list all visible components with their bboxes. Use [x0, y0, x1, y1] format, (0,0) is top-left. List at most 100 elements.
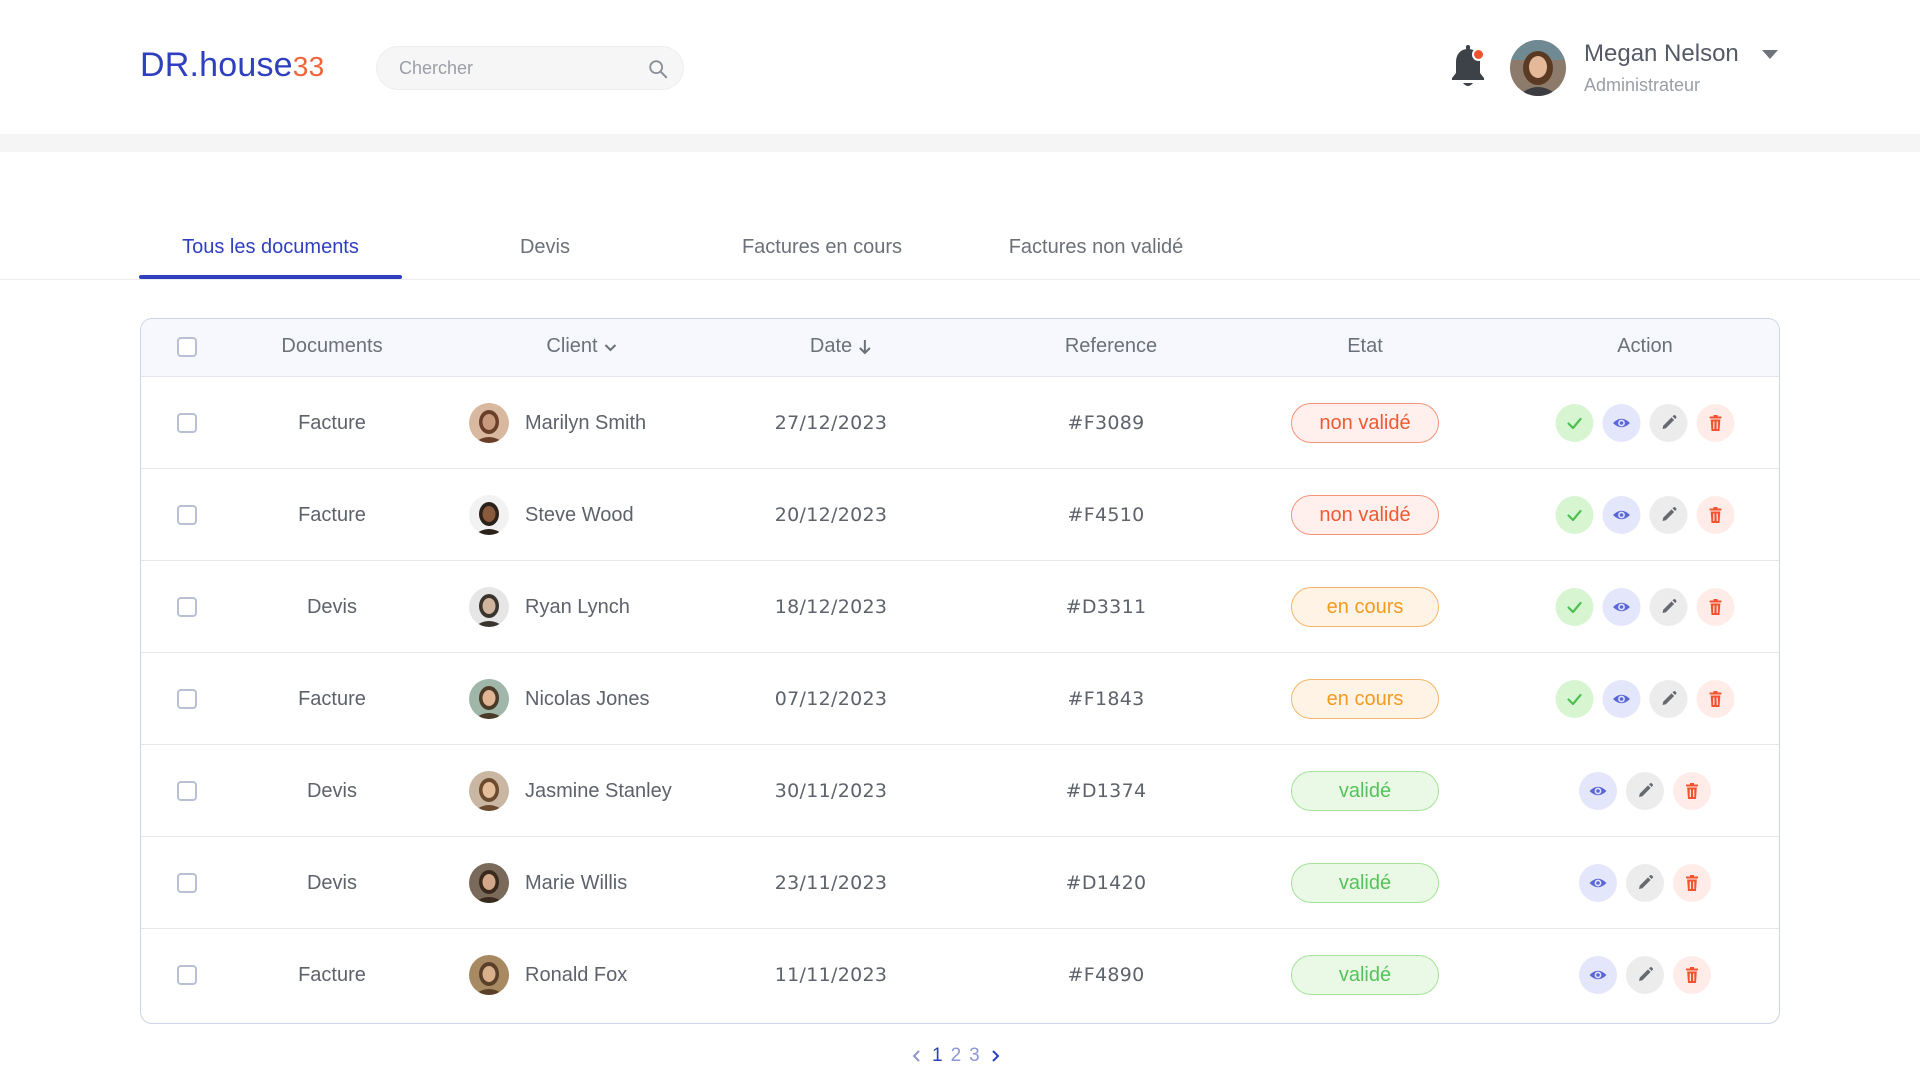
client-avatar: [469, 863, 509, 903]
view-button[interactable]: [1579, 956, 1617, 994]
table-row[interactable]: Devis Marie Willis 23/11/2023 #D1420 validé: [141, 837, 1779, 929]
chevron-right-icon[interactable]: [988, 1049, 1002, 1063]
row-checkbox[interactable]: [177, 965, 197, 985]
notifications-button[interactable]: [1448, 44, 1488, 90]
view-button[interactable]: [1602, 680, 1641, 718]
delete-button[interactable]: [1673, 956, 1711, 994]
trash-icon: [1686, 875, 1698, 891]
delete-button[interactable]: [1673, 864, 1711, 902]
edit-button[interactable]: [1626, 956, 1664, 994]
client-cell: Marilyn Smith: [469, 377, 646, 469]
eye-icon: [1589, 786, 1607, 796]
brand-number: 33: [292, 51, 325, 82]
search-input[interactable]: [399, 57, 639, 79]
status-cell: validé: [1291, 929, 1439, 1021]
tab-all-documents[interactable]: Tous les documents: [139, 236, 402, 280]
status-cell: non validé: [1291, 469, 1439, 561]
tab-factures-en-cours[interactable]: Factures en cours: [712, 236, 932, 280]
approve-button[interactable]: [1555, 496, 1594, 534]
header-action: Action: [1617, 335, 1673, 358]
search-icon[interactable]: [647, 58, 669, 80]
edit-button[interactable]: [1649, 588, 1688, 626]
table-row[interactable]: Devis Ryan Lynch 18/12/2023 #D3311 en cours: [141, 561, 1779, 653]
row-actions: [1579, 929, 1711, 1021]
select-all-checkbox[interactable]: [177, 337, 197, 357]
table-row[interactable]: Facture Marilyn Smith 27/12/2023 #F3089 non …: [141, 377, 1779, 469]
approve-button[interactable]: [1555, 588, 1594, 626]
status-cell: en cours: [1291, 561, 1439, 653]
eye-icon: [1613, 418, 1630, 428]
view-button[interactable]: [1579, 772, 1617, 810]
row-checkbox[interactable]: [177, 413, 197, 433]
document-type: Facture: [298, 411, 366, 434]
edit-button[interactable]: [1626, 772, 1664, 810]
approve-button[interactable]: [1555, 404, 1594, 442]
row-checkbox[interactable]: [177, 505, 197, 525]
delete-button[interactable]: [1696, 496, 1735, 534]
sort-down-arrow-icon: [859, 339, 871, 354]
document-reference: #F4890: [1067, 964, 1145, 986]
header-documents: Documents: [281, 335, 382, 358]
page-3[interactable]: 3: [969, 1045, 980, 1067]
row-checkbox[interactable]: [177, 689, 197, 709]
table-row[interactable]: Facture Ronald Fox 11/11/2023 #F4890 validé: [141, 929, 1779, 1021]
document-date: 27/12/2023: [774, 412, 888, 434]
table-row[interactable]: Devis Jasmine Stanley 30/11/2023 #D1374 vali…: [141, 745, 1779, 837]
document-date: 30/11/2023: [774, 780, 888, 802]
document-type: Devis: [306, 595, 358, 618]
trash-icon: [1709, 507, 1722, 523]
document-tabs: Tous les documents Devis Factures en cou…: [0, 222, 1920, 280]
tab-devis[interactable]: Devis: [470, 236, 620, 280]
status-badge: non validé: [1291, 495, 1439, 535]
user-avatar[interactable]: [1510, 40, 1566, 96]
document-reference: #F4510: [1067, 504, 1145, 526]
table-header: Documents Client Date Reference Etat Act…: [141, 319, 1779, 377]
row-checkbox[interactable]: [177, 781, 197, 801]
page-1[interactable]: 1: [932, 1045, 943, 1067]
chevron-left-icon[interactable]: [910, 1049, 924, 1063]
client-cell: Nicolas Jones: [469, 653, 650, 745]
header-reference-label: Reference: [1064, 335, 1158, 357]
user-name[interactable]: Megan Nelson: [1584, 40, 1739, 68]
caret-down-icon[interactable]: [1762, 50, 1778, 59]
delete-button[interactable]: [1673, 772, 1711, 810]
client-cell: Ryan Lynch: [469, 561, 630, 653]
client-name: Ronald Fox: [525, 963, 628, 986]
eye-icon: [1613, 694, 1630, 704]
header-etat: Etat: [1347, 335, 1383, 358]
row-actions: [1579, 745, 1711, 837]
table-row[interactable]: Facture Steve Wood 20/12/2023 #F4510 non val…: [141, 469, 1779, 561]
edit-button[interactable]: [1649, 404, 1688, 442]
brand-logo[interactable]: DR.house33: [140, 46, 324, 85]
row-checkbox[interactable]: [177, 873, 197, 893]
document-type: Devis: [306, 779, 358, 802]
delete-button[interactable]: [1696, 588, 1735, 626]
delete-button[interactable]: [1696, 680, 1735, 718]
document-reference: #F1843: [1067, 688, 1145, 710]
view-button[interactable]: [1602, 588, 1641, 626]
client-avatar: [469, 955, 509, 995]
edit-button[interactable]: [1626, 864, 1664, 902]
pencil-icon: [1639, 874, 1654, 889]
approve-button[interactable]: [1555, 680, 1594, 718]
client-avatar: [469, 679, 509, 719]
status-badge: validé: [1291, 771, 1439, 811]
table-row[interactable]: Facture Nicolas Jones 07/12/2023 #F1843 en c…: [141, 653, 1779, 745]
row-actions: [1555, 653, 1735, 745]
row-checkbox[interactable]: [177, 597, 197, 617]
view-button[interactable]: [1579, 864, 1617, 902]
page-2[interactable]: 2: [951, 1045, 962, 1067]
client-name: Marilyn Smith: [525, 411, 647, 434]
edit-button[interactable]: [1649, 680, 1688, 718]
delete-button[interactable]: [1696, 404, 1735, 442]
client-name: Jasmine Stanley: [525, 779, 672, 802]
edit-button[interactable]: [1649, 496, 1688, 534]
view-button[interactable]: [1602, 496, 1641, 534]
header-date[interactable]: Date: [810, 335, 872, 358]
search-bar: [376, 46, 684, 90]
status-badge: en cours: [1291, 679, 1439, 719]
header-client[interactable]: Client: [546, 335, 617, 358]
client-name: Nicolas Jones: [525, 687, 650, 710]
view-button[interactable]: [1602, 404, 1641, 442]
tab-factures-non-valide[interactable]: Factures non validé: [985, 236, 1207, 280]
